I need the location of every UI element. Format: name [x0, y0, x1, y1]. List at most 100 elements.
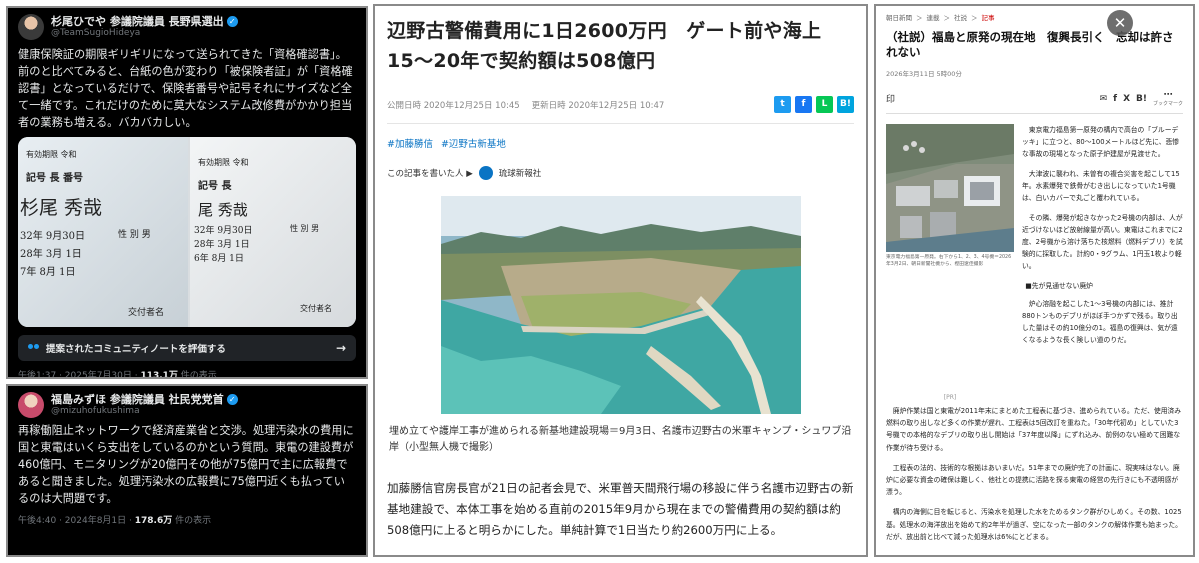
mail-share-icon[interactable]: ✉: [1100, 94, 1108, 104]
editorial-photo-caption: 東京電力福島第一原発。右下から1、2、3、4号機＝2026年3月2日、朝日新聞社…: [886, 255, 1012, 267]
breadcrumb-separator: ＞: [971, 14, 978, 22]
arrow-right-icon: →: [335, 341, 346, 355]
display-name-row[interactable]: 福島みずほ 参議院議員 社民党党首 ✓: [51, 393, 238, 407]
news-article-ryukyu: 辺野古警備費用に1日2600万円 ゲート前や海上 15〜20年で契約額は508億…: [373, 4, 868, 557]
article-tags: #加藤勝信 #辺野古新基地: [387, 136, 854, 150]
people-icon: [28, 343, 40, 353]
display-name[interactable]: 福島みずほ 参議院議員 社民党党首: [51, 393, 224, 407]
tweet-meta: 午後4:40 · 2024年8月1日 · 178.6万 件の表示: [8, 507, 366, 526]
print-icon[interactable]: 印: [886, 92, 895, 105]
editorial-paragraph: 構内の海側に目を転じると、汚染水を処理した水をためるタンク群がひしめく。その数、…: [886, 508, 1182, 541]
card-valid-label: 有効期限 令和: [26, 150, 77, 159]
card-date1: 32年 9月30日: [20, 231, 85, 242]
view-count: 113.1万: [140, 371, 178, 379]
tag-link[interactable]: #加藤勝信: [387, 136, 433, 150]
tweet-card-fukushima[interactable]: 福島みずほ 参議院議員 社民党党首 ✓ @mizuhofukushima 再稼働…: [6, 384, 368, 557]
article-photo-aerial: [440, 196, 801, 414]
line-share-icon[interactable]: L: [816, 96, 833, 113]
card-issuer: 交付者名: [300, 304, 332, 313]
article-author: この記事を書いた人 ▶ 琉球新報社: [387, 166, 854, 180]
published-date: 公開日時 2020年12月25日 10:45: [387, 100, 520, 111]
tweet-author: 福島みずほ 参議院議員 社民党党首 ✓ @mizuhofukushima: [51, 393, 238, 418]
editorial-paragraph: 東京電力福島第一原発の構内で高台の「ブルーデッキ」に立つと、80〜100メートル…: [1022, 126, 1180, 158]
community-note-label: 提案されたコミュニティノートを評価する: [46, 344, 226, 355]
share-icons: ✉ f X B! ⋯ ブックマーク: [1100, 90, 1183, 107]
article-dates: 公開日時 2020年12月25日 10:45 更新日時 2020年12月25日 …: [387, 96, 854, 113]
hatena-bookmark-icon[interactable]: B!: [1136, 94, 1147, 104]
card-sex: 性 別 男: [290, 224, 320, 233]
facebook-share-icon[interactable]: f: [795, 96, 812, 113]
insurance-card-old: 有効期限 令和 記号 長 番号 杉尾 秀哉 32年 9月30日 性 別 男 28…: [18, 137, 188, 327]
ad-label: [PR]: [943, 394, 957, 401]
breadcrumb-item[interactable]: 朝日新聞: [886, 12, 912, 22]
photo-caption: 埋め立てや護岸工事が進められる新基地建設現場＝9月3日、名護市辺野古の米軍キャン…: [389, 426, 852, 453]
handle[interactable]: @TeamSugioHideya: [51, 28, 238, 39]
editorial-paragraph: 大津波に襲われ、未曽有の複合災害を起こして15年。水素爆発で鉄骨がむき出しになっ…: [1022, 170, 1180, 202]
editorial-photo-plant[interactable]: [886, 124, 1014, 252]
editorial-top-section: 東京電力福島第一原発。右下から1、2、3、4号機＝2026年3月2日、朝日新聞社…: [886, 124, 1183, 401]
handle[interactable]: @mizuhofukushima: [51, 406, 238, 417]
x-share-icon[interactable]: X: [1123, 94, 1130, 104]
editorial-paragraph: 炉心溶融を起こした1〜3号機の内部には、推計880トンものデブリがほぼ手つかずで…: [1022, 300, 1178, 344]
tweet-header: 杉尾ひでや 参議院議員 長野県選出 ✓ @TeamSugioHideya: [8, 8, 366, 40]
tweet-card-sugio[interactable]: 杉尾ひでや 参議院議員 長野県選出 ✓ @TeamSugioHideya 健康保…: [6, 6, 368, 379]
view-suffix: 件の表示: [172, 516, 212, 526]
breadcrumb: 朝日新聞 ＞ 連載 ＞ 社説 ＞ 記事: [886, 12, 1183, 22]
card-date3: 7年 8月 1日: [20, 267, 76, 278]
close-icon[interactable]: ✕: [1107, 10, 1133, 36]
tweet-timestamp[interactable]: 午後4:40 · 2024年8月1日 ·: [18, 516, 135, 526]
breadcrumb-item[interactable]: 連載: [927, 12, 940, 22]
article-title: 辺野古警備費用に1日2600万円 ゲート前や海上 15〜20年で契約額は508億…: [387, 20, 841, 72]
facebook-share-icon[interactable]: f: [1113, 94, 1117, 104]
author-label: この記事を書いた人 ▶: [387, 169, 473, 179]
divider: [886, 113, 1183, 114]
hatena-bookmark-icon[interactable]: B!: [837, 96, 854, 113]
card-date3: 6年 8月 1日: [194, 254, 244, 264]
divider: [387, 123, 854, 124]
card-valid-label: 有効期限 令和: [198, 158, 249, 167]
updated-date: 更新日時 2020年12月25日 10:47: [531, 100, 665, 111]
card-issuer: 交付者名: [128, 308, 165, 318]
nuclear-plant-aerial-image: [886, 124, 1014, 252]
breadcrumb-item[interactable]: 社説: [954, 12, 967, 22]
card-kigo: 記号 長: [198, 181, 232, 192]
share-buttons: t f L B!: [774, 96, 854, 113]
community-note-button[interactable]: 提案されたコミュニティノートを評価する →: [18, 335, 356, 361]
tweet-author: 杉尾ひでや 参議院議員 長野県選出 ✓ @TeamSugioHideya: [51, 15, 238, 40]
tag-link[interactable]: #辺野古新基地: [441, 136, 506, 150]
display-name[interactable]: 杉尾ひでや 参議院議員 長野県選出: [51, 15, 224, 29]
publisher-logo-icon: [478, 166, 493, 180]
breadcrumb-current: 記事: [981, 14, 995, 22]
aerial-landscape-image: [440, 196, 801, 414]
editorial-asahi: 朝日新聞 ＞ 連載 ＞ 社説 ＞ 記事 ✕ （社説）福島と原発の現在地 復興長引…: [874, 4, 1195, 557]
twitter-share-icon[interactable]: t: [774, 96, 791, 113]
view-suffix: 件の表示: [177, 371, 217, 379]
bookmark-button[interactable]: ⋯ ブックマーク: [1153, 90, 1183, 107]
publisher-name[interactable]: 琉球新報社: [499, 167, 542, 179]
card-date2: 28年 3月 1日: [20, 249, 82, 260]
verified-badge-icon: ✓: [226, 393, 238, 405]
editorial-side-text: 東京電力福島第一原発の構内で高台の「ブルーデッキ」に立つと、80〜100メートル…: [1022, 124, 1183, 401]
editorial-paragraph: 廃炉作業は国と東電が2011年末にまとめた工程表に基づき、進められている。ただ、…: [886, 407, 1182, 452]
card-name: 杉尾 秀哉: [20, 197, 103, 219]
editorial-paragraph: 工程表の法的、技術的な根拠はあいまいだ。51年までの廃炉完了の計画に、現実味はな…: [886, 463, 1180, 497]
card-date2: 28年 3月 1日: [194, 240, 250, 250]
display-name-row[interactable]: 杉尾ひでや 参議院議員 長野県選出 ✓: [51, 15, 238, 29]
view-count: 178.6万: [134, 516, 173, 526]
editorial-body: 廃炉作業は国と東電が2011年末にまとめた工程表に基づき、進められている。ただ、…: [886, 405, 1183, 543]
tweet-timestamp[interactable]: 午後1:37 · 2025年7月30日 ·: [18, 371, 140, 377]
breadcrumb-separator: ＞: [943, 14, 951, 22]
verified-badge-icon: ✓: [226, 15, 238, 27]
breadcrumb-separator: ＞: [916, 14, 923, 22]
avatar[interactable]: [18, 14, 44, 40]
tweet-header: 福島みずほ 参議院議員 社民党党首 ✓ @mizuhofukushima: [8, 386, 366, 418]
card-date1: 32年 9月30日: [194, 226, 253, 236]
editorial-date: 2026年3月11日 5時00分: [886, 70, 962, 78]
editorial-photo-block: 東京電力福島第一原発。右下から1、2、3、4号機＝2026年3月2日、朝日新聞社…: [886, 124, 1014, 401]
tweet-attached-image[interactable]: 有効期限 令和 記号 長 番号 杉尾 秀哉 32年 9月30日 性 別 男 28…: [18, 137, 356, 327]
card-name: 尾 秀哉: [198, 201, 248, 219]
editorial-toolbar: 印 ✉ f X B! ⋯ ブックマーク: [886, 90, 1183, 107]
editorial-paragraph: その隣、爆発が起きなかった2号機の内部は、人が近づけないほど放射線量が高い。東電…: [1022, 214, 1183, 270]
tweet-meta: 午後1:37 · 2025年7月30日 · 113.1万 件の表示: [8, 361, 366, 379]
avatar[interactable]: [18, 392, 44, 418]
